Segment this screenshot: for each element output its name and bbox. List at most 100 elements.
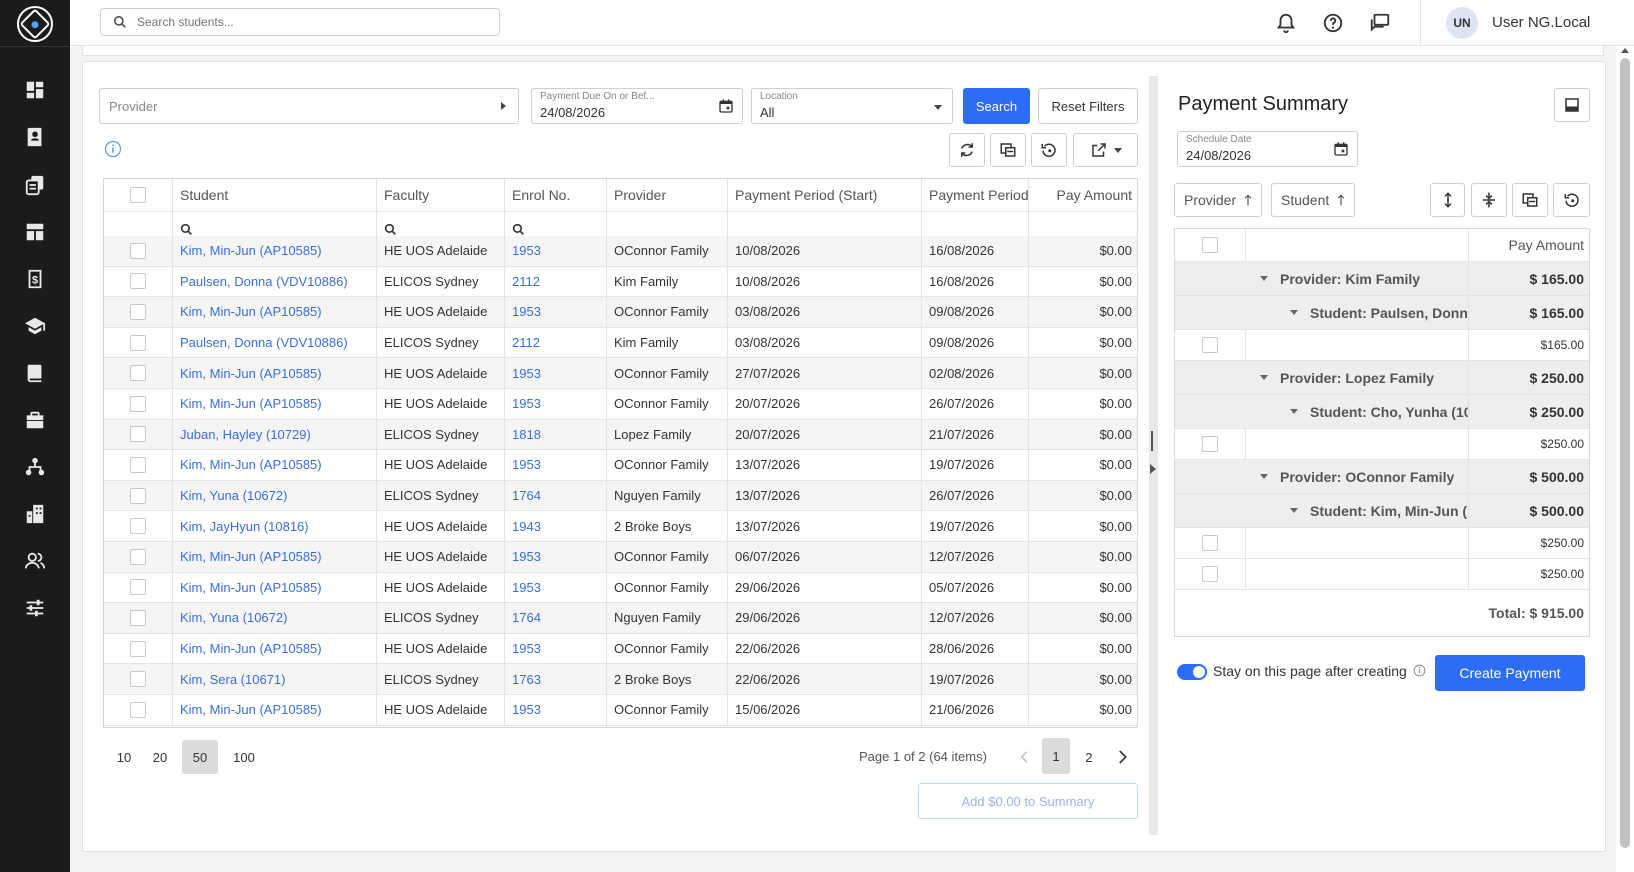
row-checkbox-cell[interactable] <box>104 236 173 266</box>
row-checkbox[interactable] <box>130 365 146 382</box>
group-chip-provider[interactable]: Provider <box>1174 183 1262 217</box>
row-checkbox-cell[interactable] <box>104 695 173 725</box>
summary-student-row[interactable]: Student: Kim, Min-Jun ($ 500.00 <box>1175 494 1589 528</box>
table-row[interactable]: Kim, JayHyun (10816) HE UOS Adelaide 1943 2… <box>104 511 1137 542</box>
table-row[interactable]: Kim, Min-Jun (AP10585) HE UOS Adelaide 195… <box>104 542 1137 573</box>
create-payment-button[interactable]: Create Payment <box>1435 655 1585 691</box>
bell-icon[interactable] <box>1275 12 1297 34</box>
reset-filters-button[interactable]: Reset Filters <box>1038 88 1138 124</box>
reset-layout-button[interactable] <box>1031 133 1067 167</box>
row-checkbox-cell[interactable] <box>104 633 173 664</box>
enrol-no-cell[interactable]: 1763 <box>512 672 541 687</box>
student-cell[interactable]: Kim, Min-Jun (AP10585) <box>180 641 322 656</box>
row-checkbox-cell[interactable] <box>104 266 173 297</box>
student-cell[interactable]: Kim, Min-Jun (AP10585) <box>180 702 322 717</box>
dashboard-icon[interactable] <box>22 77 48 103</box>
calendar-icon[interactable] <box>718 98 734 114</box>
chat-icon[interactable] <box>1369 12 1391 34</box>
users-icon[interactable] <box>22 548 48 574</box>
username[interactable]: User NG.Local <box>1492 14 1590 31</box>
enrol-no-cell[interactable]: 1943 <box>512 519 541 534</box>
row-checkbox-cell[interactable] <box>104 327 173 358</box>
table-row[interactable]: Kim, Min-Jun (AP10585) HE UOS Adelaide 195… <box>104 572 1137 604</box>
add-to-summary-button[interactable]: Add $0.00 to Summary <box>918 783 1138 819</box>
collapse-arrow-icon[interactable] <box>1150 464 1156 474</box>
building-icon[interactable] <box>22 501 48 527</box>
table-row[interactable]: Paulsen, Donna (VDV10886) ELICOS Sydney 21… <box>104 327 1137 359</box>
summary-student-row[interactable]: Student: Cho, Yunha (10 $ 250.00 <box>1175 395 1589 429</box>
layout-icon[interactable] <box>22 219 48 245</box>
student-cell[interactable]: Kim, Min-Jun (AP10585) <box>180 366 322 381</box>
row-checkbox[interactable] <box>130 701 146 718</box>
enrol-no-cell[interactable]: 1953 <box>512 457 541 472</box>
table-row[interactable]: Kim, Min-Jun (AP10585) HE UOS Adelaide 195… <box>104 389 1137 420</box>
student-cell[interactable]: Kim, Min-Jun (AP10585) <box>180 243 322 258</box>
payment-due-field[interactable]: Payment Due On or Bef... 24/08/2026 <box>531 88 743 124</box>
expand-caret-icon[interactable] <box>1290 508 1298 513</box>
row-checkbox[interactable] <box>130 242 146 259</box>
summary-row-checkbox[interactable] <box>1202 566 1218 582</box>
row-checkbox-cell[interactable] <box>104 358 173 388</box>
student-cell[interactable]: Kim, Min-Jun (AP10585) <box>180 549 322 564</box>
enrol-no-cell[interactable]: 1953 <box>512 304 541 319</box>
expand-caret-icon[interactable] <box>1290 310 1298 315</box>
row-checkbox[interactable] <box>130 456 146 473</box>
expand-caret-icon[interactable] <box>1260 276 1268 281</box>
location-select[interactable]: Location All <box>751 88 953 124</box>
table-row[interactable]: Kim, Yuna (10672) ELICOS Sydney 1764 Nguyen… <box>104 480 1137 512</box>
search-input[interactable] <box>137 15 477 29</box>
table-row[interactable]: Juban, Hayley (10729) ELICOS Sydney 1818 Lo… <box>104 419 1137 451</box>
row-checkbox-cell[interactable] <box>104 603 173 633</box>
page-scrollbar[interactable] <box>1616 46 1634 872</box>
summary-provider-row[interactable]: Provider: Kim Family $ 165.00 <box>1175 262 1589 296</box>
row-checkbox[interactable] <box>130 579 146 596</box>
expand-caret-icon[interactable] <box>1290 409 1298 414</box>
summary-item-row[interactable]: $165.00 <box>1175 330 1589 361</box>
calendar-icon[interactable] <box>1333 141 1349 157</box>
invoice-dollar-icon[interactable]: $ <box>22 266 48 292</box>
expand-caret-icon[interactable] <box>1260 474 1268 479</box>
table-row[interactable]: Kim, Min-Jun (AP10585) HE UOS Adelaide 195… <box>104 297 1137 328</box>
next-page-button[interactable] <box>1104 740 1140 774</box>
enrol-no-cell[interactable]: 1764 <box>512 610 541 625</box>
enrol-no-cell[interactable]: 1953 <box>512 396 541 411</box>
table-row[interactable]: Kim, Min-Jun (AP10585) HE UOS Adelaide 195… <box>104 450 1137 481</box>
summary-item-row[interactable]: $250.00 <box>1175 559 1589 590</box>
page-1-button[interactable]: 1 <box>1042 738 1070 774</box>
table-row[interactable]: Kim, Min-Jun (AP10585) HE UOS Adelaide 195… <box>104 358 1137 389</box>
info-icon[interactable] <box>104 140 122 158</box>
summary-row-checkbox[interactable] <box>1202 337 1218 353</box>
enrol-no-cell[interactable]: 1818 <box>512 427 541 442</box>
page-size-10[interactable]: 10 <box>109 740 139 774</box>
table-row[interactable]: Kim, Sera (10671) ELICOS Sydney 1763 2 Brok… <box>104 664 1137 695</box>
student-cell[interactable]: Juban, Hayley (10729) <box>180 427 311 442</box>
row-checkbox[interactable] <box>130 303 146 320</box>
summary-row-checkbox[interactable] <box>1202 535 1218 551</box>
row-checkbox[interactable] <box>130 273 146 290</box>
summary-row-checkbox[interactable] <box>1202 436 1218 452</box>
enrol-no-cell[interactable]: 1764 <box>512 488 541 503</box>
row-checkbox[interactable] <box>130 518 146 535</box>
schedule-date-field[interactable]: Schedule Date 24/08/2026 <box>1177 131 1358 167</box>
row-checkbox-cell[interactable] <box>104 389 173 419</box>
row-checkbox-cell[interactable] <box>104 542 173 572</box>
select-all-checkbox-cell[interactable] <box>104 179 173 211</box>
row-checkbox-cell[interactable] <box>104 511 173 541</box>
enrol-no-cell[interactable]: 1953 <box>512 243 541 258</box>
student-cell[interactable]: Paulsen, Donna (VDV10886) <box>180 335 348 350</box>
col-provider[interactable]: Provider <box>607 179 728 211</box>
search-button[interactable]: Search <box>963 88 1030 124</box>
row-checkbox-cell[interactable] <box>104 572 173 603</box>
refresh-button[interactable] <box>949 133 985 167</box>
summary-item-row[interactable]: $250.00 <box>1175 429 1589 460</box>
prev-page-button[interactable] <box>1007 740 1043 774</box>
enrol-no-cell[interactable]: 1953 <box>512 702 541 717</box>
summary-provider-row[interactable]: Provider: OConnor Family $ 500.00 <box>1175 460 1589 494</box>
collapse-all-button[interactable] <box>1471 183 1507 217</box>
enrol-no-cell[interactable]: 1953 <box>512 580 541 595</box>
enrol-no-cell[interactable]: 2112 <box>512 335 540 350</box>
help-icon[interactable] <box>1322 12 1344 34</box>
expand-caret-icon[interactable] <box>1260 375 1268 380</box>
group-chip-student[interactable]: Student <box>1271 183 1355 217</box>
student-cell[interactable]: Kim, Yuna (10672) <box>180 488 287 503</box>
